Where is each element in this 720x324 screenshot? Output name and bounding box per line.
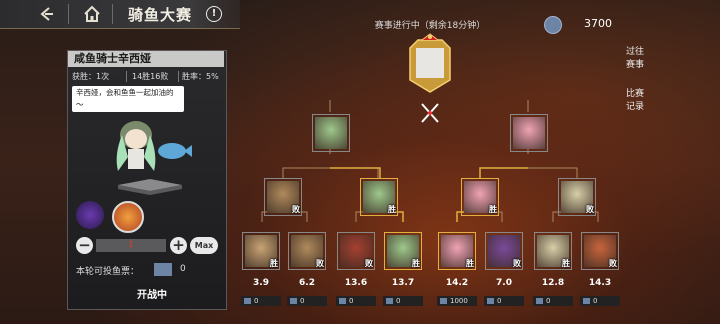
fish-ticket-icon xyxy=(386,298,393,304)
bet-chip: 0 xyxy=(241,296,281,306)
contestant-portrait xyxy=(116,121,192,171)
bracket-r1-card-4[interactable]: 胜 xyxy=(384,232,422,270)
bet-amount: 0 xyxy=(497,297,502,305)
odds-value: 14.3 xyxy=(588,278,612,288)
bet-chip: 0 xyxy=(580,296,620,306)
result-tag: 胜 xyxy=(489,205,497,214)
bet-amount: 0 xyxy=(546,297,551,305)
winrate-label: 胜率：5% xyxy=(182,72,219,81)
divider xyxy=(178,71,179,82)
bet-stepper: − 1 + Max xyxy=(76,237,218,255)
game-screen: 骑鱼大赛 ! 赛事进行中（剩余18分钟） 3700 过往赛事 比赛记录 败 胜 … xyxy=(0,0,720,324)
crossed-swords-icon xyxy=(421,103,439,123)
bet-chip: 0 xyxy=(336,296,376,306)
pedestal xyxy=(118,179,182,195)
odds-value: 7.0 xyxy=(496,278,512,288)
result-tag: 胜 xyxy=(270,259,278,268)
contestant-panel: 咸鱼骑士辛西娅 获胜：1次 14胜16败 胜率：5% 辛西娅，会和鱼鱼一起加油的… xyxy=(67,50,227,310)
bet-amount: 1000 xyxy=(450,297,468,305)
fish-ticket-icon xyxy=(339,298,346,304)
odds-value: 14.2 xyxy=(445,278,469,288)
bracket-r1-card-3[interactable]: 败 xyxy=(337,232,375,270)
bet-chip: 0 xyxy=(533,296,573,306)
result-tag: 败 xyxy=(586,205,594,214)
odds-value: 12.8 xyxy=(541,278,565,288)
bet-chip: 1000 xyxy=(437,296,477,306)
bracket-r2-card-1[interactable]: 败 xyxy=(264,178,302,216)
fish-ticket-icon xyxy=(244,298,251,304)
bet-amount: 0 xyxy=(396,297,401,305)
avatar xyxy=(315,117,347,149)
bet-amount-input[interactable]: 1 xyxy=(96,239,166,252)
bracket-r3-card-2[interactable] xyxy=(510,114,548,152)
result-tag: 胜 xyxy=(412,259,420,268)
tickets-row: 本轮可投鱼票： 0 xyxy=(76,263,218,278)
fish-ticket-icon xyxy=(154,263,172,276)
odds-value: 3.9 xyxy=(253,278,269,288)
avatar xyxy=(513,117,545,149)
fish-ticket-icon xyxy=(583,298,590,304)
tickets-value: 0 xyxy=(180,264,186,274)
bet-amount: 0 xyxy=(300,297,305,305)
bet-amount: 0 xyxy=(593,297,598,305)
plus-button[interactable]: + xyxy=(170,237,187,254)
max-button[interactable]: Max xyxy=(190,237,218,254)
result-tag: 败 xyxy=(513,259,521,268)
contestant-stats: 获胜：1次 14胜16败 胜率：5% xyxy=(68,70,224,83)
bet-amount: 0 xyxy=(349,297,354,305)
bet-chip: 0 xyxy=(484,296,524,306)
fish-ticket-icon xyxy=(440,298,447,304)
contestant-name: 咸鱼骑士辛西娅 xyxy=(68,51,224,67)
bet-chip: 0 xyxy=(287,296,327,306)
bracket-r3-card-1[interactable] xyxy=(312,114,350,152)
bracket-r1-card-5[interactable]: 胜 xyxy=(438,232,476,270)
trophy-frame xyxy=(409,33,451,93)
bracket-r2-card-2[interactable]: 胜 xyxy=(360,178,398,216)
bracket-r2-card-4[interactable]: 败 xyxy=(558,178,596,216)
odds-value: 6.2 xyxy=(299,278,315,288)
divider xyxy=(126,71,127,82)
result-tag: 胜 xyxy=(388,205,396,214)
fish-ticket-icon xyxy=(290,298,297,304)
bracket-r1-card-2[interactable]: 败 xyxy=(288,232,326,270)
fight-status-button[interactable]: 开战中 xyxy=(128,286,176,302)
result-tag: 败 xyxy=(316,259,324,268)
flame-skill-icon[interactable] xyxy=(112,201,144,233)
result-tag: 败 xyxy=(292,205,300,214)
speech-bubble: 辛西娅，会和鱼鱼一起加油的～ xyxy=(72,86,184,112)
result-tag: 败 xyxy=(609,259,617,268)
result-tag: 胜 xyxy=(466,259,474,268)
wins-label: 获胜：1次 xyxy=(72,72,110,81)
bracket-r2-card-3[interactable]: 胜 xyxy=(461,178,499,216)
fish-ticket-icon xyxy=(536,298,543,304)
record-label: 14胜16败 xyxy=(132,72,169,81)
result-tag: 败 xyxy=(365,259,373,268)
bet-amount: 0 xyxy=(254,297,259,305)
odds-value: 13.7 xyxy=(391,278,415,288)
bet-chip: 0 xyxy=(383,296,423,306)
fish-ticket-icon xyxy=(487,298,494,304)
bracket-r1-card-1[interactable]: 胜 xyxy=(242,232,280,270)
fish-skill-icon[interactable] xyxy=(76,201,104,229)
result-tag: 胜 xyxy=(562,259,570,268)
bracket-r1-card-7[interactable]: 胜 xyxy=(534,232,572,270)
odds-value: 13.6 xyxy=(344,278,368,288)
minus-button[interactable]: − xyxy=(76,237,93,254)
bracket-r1-card-6[interactable]: 败 xyxy=(485,232,523,270)
bracket-r1-card-8[interactable]: 败 xyxy=(581,232,619,270)
tickets-label: 本轮可投鱼票： xyxy=(76,267,140,277)
skill-row xyxy=(72,201,222,233)
